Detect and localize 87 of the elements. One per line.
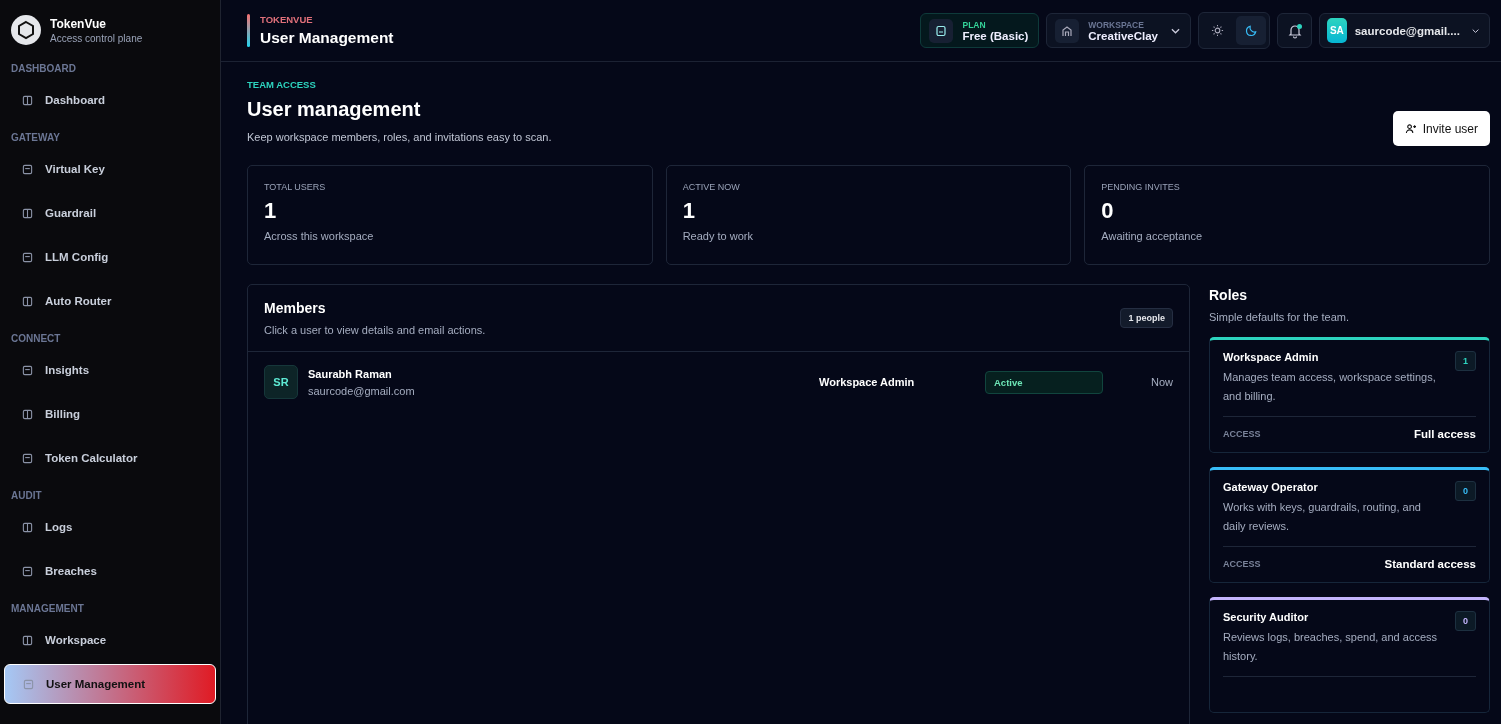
- nav-icon: [23, 678, 34, 690]
- member-row[interactable]: SR Saurabh Raman saurcode@gmail.com Workspace Admin Active Now: [248, 352, 1189, 412]
- nav-icon: [22, 521, 33, 533]
- section-eyebrow: TEAM ACCESS: [247, 79, 317, 90]
- role-count-badge: 0: [1455, 611, 1476, 631]
- sidebar-item[interactable]: LLM Config: [4, 237, 216, 277]
- add-user-icon: [1404, 123, 1416, 134]
- access-level: Full access: [1414, 428, 1476, 440]
- nav-icon: [22, 207, 33, 219]
- last-active-time: Now: [1151, 376, 1173, 388]
- sidebar-item[interactable]: Token Calculator: [4, 438, 216, 478]
- stat-label: ACTIVE NOW: [682, 182, 741, 192]
- nav-icon: [22, 408, 33, 420]
- nav-icon: [22, 94, 33, 106]
- stat-caption: Awaiting acceptance: [1101, 230, 1204, 242]
- people-count-badge: 1 people: [1120, 308, 1173, 328]
- sidebar-item[interactable]: Workspace: [4, 620, 216, 660]
- roles-subtitle: Simple defaults for the team.: [1209, 311, 1350, 323]
- chevron-down-icon: [1171, 27, 1180, 34]
- workspace-selector[interactable]: WORKSPACE CreativeClay: [1046, 13, 1191, 48]
- member-email: saurcode@gmail.com: [308, 384, 416, 397]
- sidebar-item[interactable]: Breaches: [4, 551, 216, 591]
- member-role: Workspace Admin: [819, 376, 916, 388]
- sidebar-item[interactable]: Insights: [4, 350, 216, 390]
- stat-value: 0: [1101, 198, 1115, 224]
- account-menu[interactable]: SA saurcode@gmail....: [1319, 13, 1490, 48]
- stat-value: 1: [264, 198, 278, 224]
- sidebar-item[interactable]: Logs: [4, 507, 216, 547]
- members-subtitle: Click a user to view details and email actions.: [264, 324, 486, 336]
- stat-caption: Across this workspace: [264, 230, 375, 242]
- status-badge: Active: [985, 370, 1103, 394]
- nav-icon: [22, 364, 33, 376]
- role-count-badge: 1: [1455, 351, 1476, 371]
- avatar-initials: SA: [1327, 18, 1347, 43]
- nav-icon: [22, 251, 33, 263]
- role-description: Works with keys, guardrails, routing, and daily reviews.: [1223, 500, 1422, 534]
- member-name: Saurabh Raman: [308, 367, 393, 380]
- invite-user-button[interactable]: Invite user: [1392, 111, 1490, 146]
- bell-icon: [1286, 22, 1303, 39]
- plan-chip[interactable]: PLAN Free (Basic): [920, 13, 1040, 48]
- receipt-icon: [935, 24, 948, 37]
- section-heading: AUDIT: [10, 489, 43, 503]
- role-name: Security Auditor: [1223, 611, 1309, 623]
- sun-icon: [1210, 24, 1224, 37]
- nav-icon: [22, 163, 33, 175]
- roles-title: Roles: [1209, 287, 1249, 303]
- hexagon-logo-icon: [11, 15, 41, 45]
- nav-icon: [22, 565, 33, 577]
- nav-icon: [22, 452, 33, 464]
- page-subtitle: Keep workspace members, roles, and invitations easy to scan.: [247, 131, 552, 143]
- brand-name: TokenVue: [50, 16, 107, 31]
- members-title: Members: [264, 300, 327, 316]
- stat-value: 1: [682, 198, 696, 224]
- account-email: saurcode@gmail....: [1354, 24, 1460, 37]
- brand-eyebrow: TOKENVUE: [260, 14, 314, 25]
- role-description: Manages team access, workspace settings, and billing.: [1223, 370, 1437, 404]
- brand-tagline: Access control plane: [50, 32, 143, 44]
- sidebar-item[interactable]: Dashboard: [4, 80, 216, 120]
- role-name: Workspace Admin: [1223, 351, 1319, 363]
- page-title: User management: [247, 98, 422, 121]
- role-name: Gateway Operator: [1223, 481, 1318, 493]
- notification-bell-button[interactable]: [1277, 13, 1312, 48]
- section-heading: CONNECT: [10, 332, 62, 346]
- member-avatar: SR: [264, 365, 298, 399]
- stat-caption: Ready to work: [682, 230, 754, 242]
- moon-icon: [1244, 24, 1258, 37]
- sidebar-item[interactable]: Auto Router: [4, 281, 216, 321]
- sidebar-item[interactable]: User Management: [4, 664, 216, 704]
- stat-label: PENDING INVITES: [1101, 182, 1181, 192]
- role-description: Reviews logs, breaches, spend, and access history.: [1223, 630, 1438, 664]
- section-heading: GATEWAY: [10, 131, 61, 145]
- nav-icon: [22, 295, 33, 307]
- section-heading: MANAGEMENT: [10, 602, 85, 616]
- access-label: ACCESS: [1223, 559, 1261, 569]
- sidebar-item[interactable]: Guardrail: [4, 193, 216, 233]
- nav-icon: [22, 634, 33, 646]
- chevron-down-icon: [1471, 27, 1479, 34]
- building-icon: [1061, 24, 1074, 37]
- sidebar-item[interactable]: Billing: [4, 394, 216, 434]
- page-header-title: User Management: [260, 29, 394, 47]
- access-label: ACCESS: [1223, 429, 1261, 439]
- role-count-badge: 0: [1455, 481, 1476, 501]
- sidebar-item[interactable]: Virtual Key: [4, 149, 216, 189]
- section-heading: DASHBOARD: [10, 62, 77, 76]
- moon-icon-button[interactable]: [1236, 16, 1266, 45]
- stat-label: TOTAL USERS: [264, 182, 327, 192]
- access-level: Standard access: [1384, 558, 1476, 570]
